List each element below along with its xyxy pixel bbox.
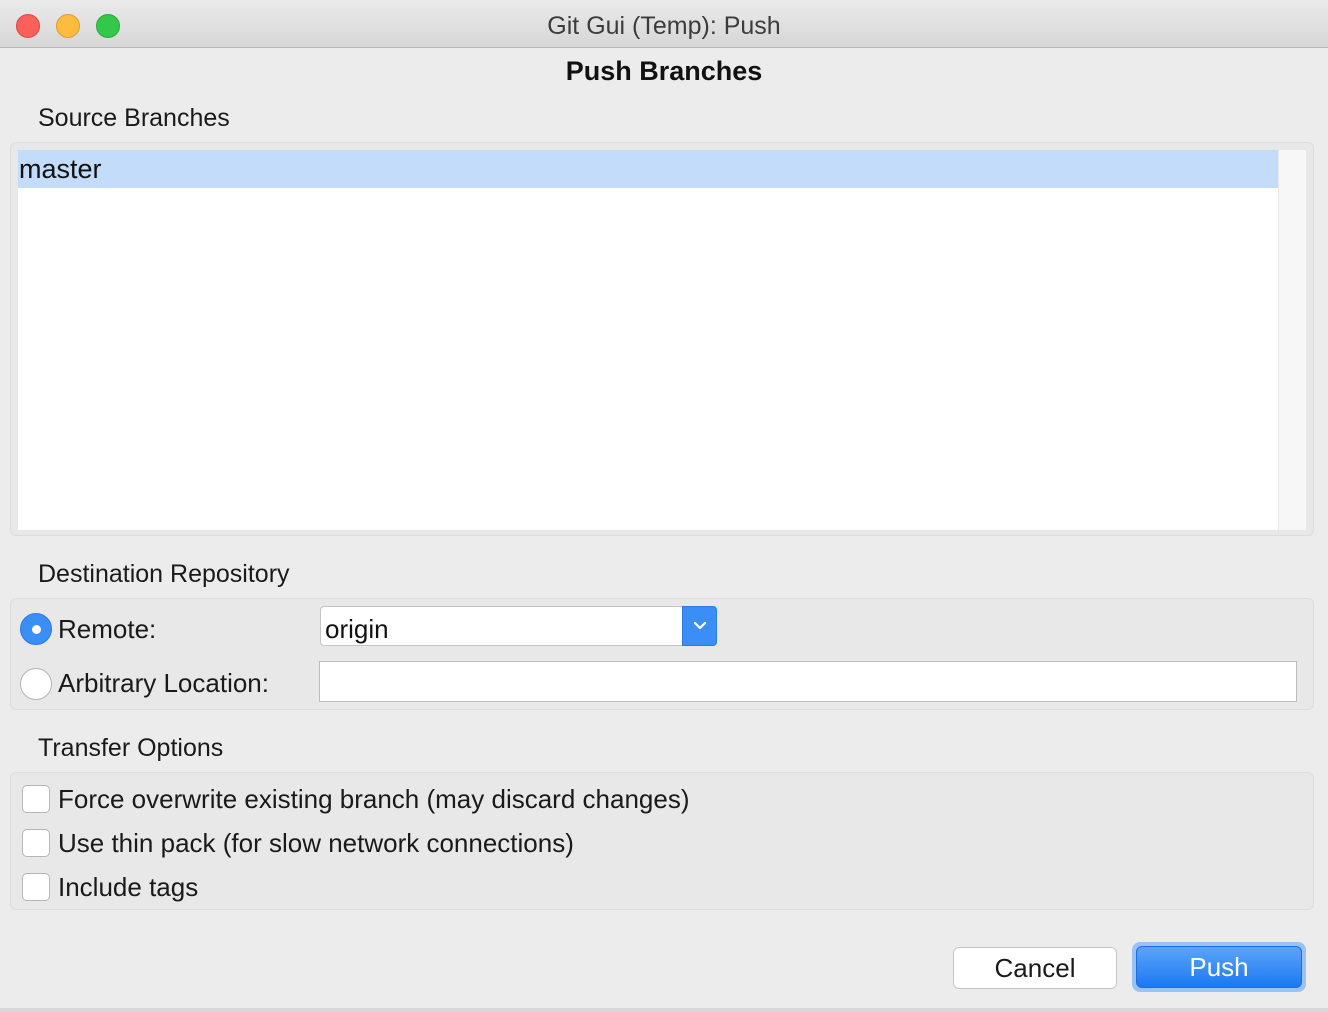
transfer-options-label: Transfer Options (38, 734, 224, 762)
window-bottom-edge (0, 1008, 1328, 1012)
dialog-heading: Push Branches (565, 56, 763, 86)
remote-label: Remote: (58, 614, 157, 644)
destination-repository-label: Destination Repository (38, 560, 290, 588)
remote-radio[interactable] (20, 613, 52, 645)
source-branches-label: Source Branches (38, 104, 230, 132)
arbitrary-location-input[interactable] (319, 661, 1297, 702)
window-title: Git Gui (Temp): Push (547, 12, 781, 40)
title-bar[interactable]: Git Gui (Temp): Push (0, 0, 1328, 48)
chevron-down-icon[interactable] (682, 606, 717, 646)
source-branches-list[interactable]: master (18, 150, 1306, 530)
list-item-master[interactable]: master (18, 150, 1278, 188)
push-button[interactable]: Push (1136, 946, 1302, 988)
list-scrollbar[interactable] (1278, 150, 1306, 530)
thin-pack-checkbox[interactable] (22, 829, 50, 857)
cancel-button[interactable]: Cancel (953, 947, 1117, 989)
arbitrary-location-label: Arbitrary Location: (58, 668, 269, 698)
push-dialog-window: Git Gui (Temp): Push Push Branches Sourc… (0, 0, 1328, 1012)
force-overwrite-checkbox[interactable] (22, 785, 50, 813)
include-tags-label: Include tags (58, 872, 199, 902)
remote-select[interactable]: origin (320, 606, 717, 646)
include-tags-checkbox[interactable] (22, 873, 50, 901)
remote-select-value: origin (325, 614, 389, 644)
thin-pack-label: Use thin pack (for slow network connecti… (58, 828, 574, 858)
force-overwrite-label: Force overwrite existing branch (may dis… (58, 784, 690, 814)
arbitrary-location-radio[interactable] (20, 668, 52, 700)
